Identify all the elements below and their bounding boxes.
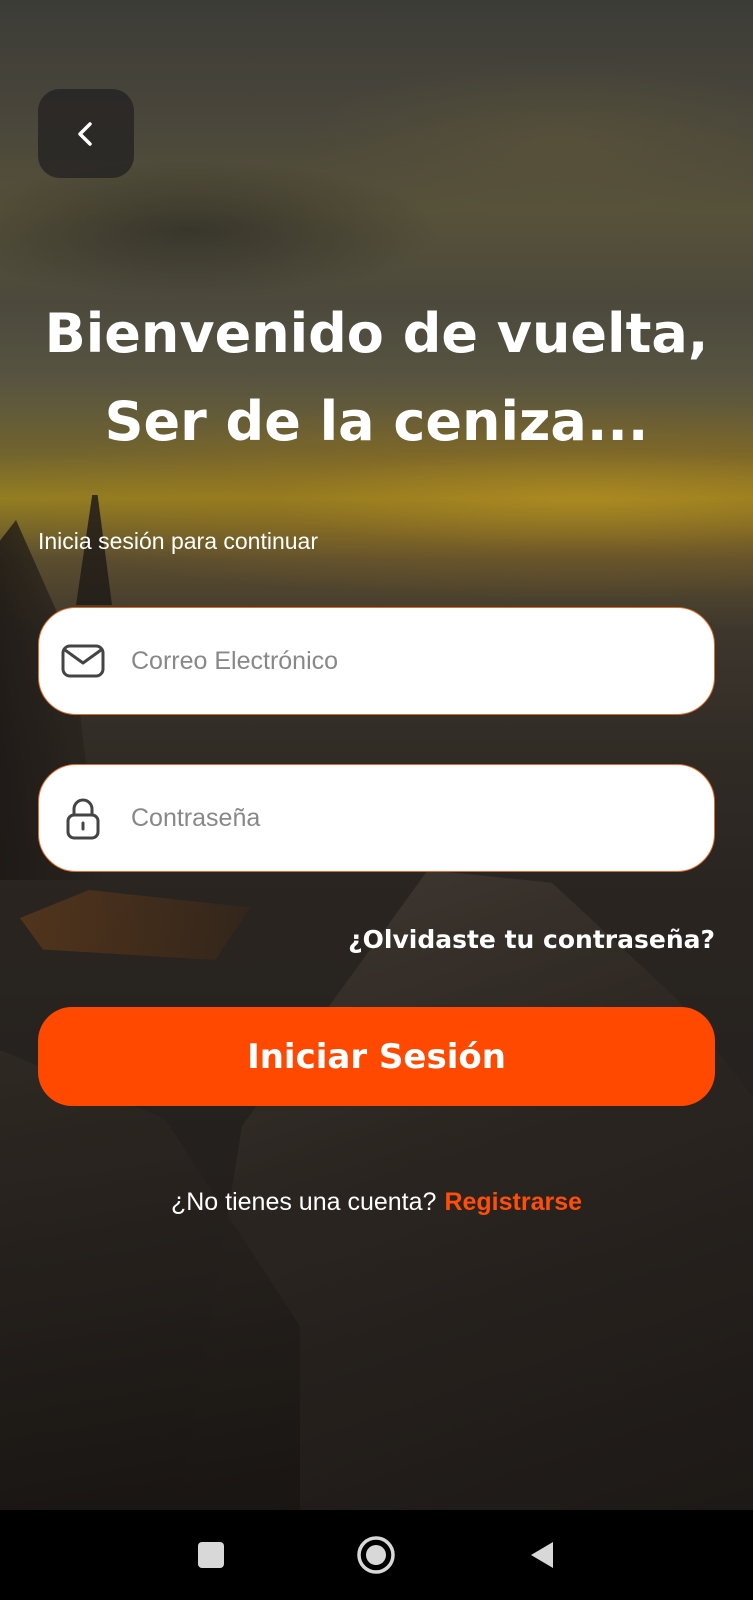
background-shade [0, 0, 753, 1510]
email-field[interactable] [38, 607, 715, 715]
mail-icon [59, 637, 107, 685]
triangle-back-icon [531, 1542, 553, 1568]
chevron-left-icon [78, 121, 92, 146]
back-button[interactable] [38, 89, 134, 178]
email-input[interactable] [131, 631, 714, 691]
home-button[interactable] [356, 1535, 396, 1575]
background-rock [0, 1050, 300, 1510]
lock-icon [59, 794, 107, 842]
background-banner [20, 890, 250, 960]
signup-row: ¿No tienes una cuenta? Registrarse [0, 1188, 753, 1217]
welcome-title: Bienvenido de vuelta, Ser de la ceniza..… [0, 290, 753, 466]
login-screen: Bienvenido de vuelta, Ser de la ceniza..… [0, 0, 753, 1510]
register-link[interactable]: Registrarse [444, 1188, 582, 1216]
password-field[interactable] [38, 764, 715, 872]
welcome-title-line2: Ser de la ceniza... [104, 390, 649, 453]
welcome-title-line1: Bienvenido de vuelta, [44, 302, 709, 365]
signup-prompt: ¿No tienes una cuenta? [170, 1188, 437, 1216]
background-cloud [300, 60, 753, 220]
square-icon [198, 1542, 224, 1568]
recent-apps-button[interactable] [191, 1535, 231, 1575]
welcome-subtitle: Inicia sesión para continuar [38, 528, 318, 554]
background-cloud [0, 160, 440, 300]
password-input[interactable] [131, 788, 714, 848]
system-back-button[interactable] [522, 1535, 562, 1575]
login-button[interactable]: Iniciar Sesión [38, 1007, 715, 1106]
system-navigation-bar [0, 1510, 753, 1600]
circle-icon [357, 1536, 395, 1574]
forgot-password-link[interactable]: ¿Olvidaste tu contraseña? [348, 925, 715, 954]
